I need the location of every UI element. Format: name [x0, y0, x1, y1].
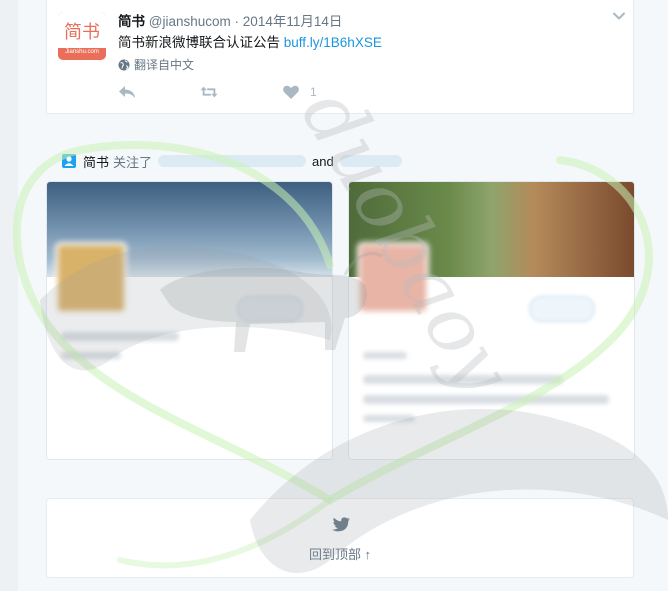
chevron-down-icon[interactable] — [611, 8, 627, 24]
profile-meta-blurred — [363, 415, 415, 422]
reply-button[interactable] — [118, 84, 136, 100]
left-gutter — [0, 0, 18, 591]
author-name[interactable]: 简书 — [118, 14, 145, 29]
reply-icon — [119, 86, 135, 98]
follow-button[interactable] — [237, 296, 303, 322]
profile-card[interactable] — [46, 181, 333, 460]
author-avatar[interactable]: 简书 Jianshu.com — [58, 12, 106, 60]
user-silhouette-icon — [64, 156, 74, 166]
translate-label: 翻译自中文 — [134, 58, 195, 72]
tweet-body: 简书新浪微博联合认证公告 — [118, 35, 280, 50]
retweet-icon — [200, 86, 218, 98]
author-handle[interactable]: @jianshucom — [149, 14, 231, 29]
like-count: 1 — [310, 85, 317, 99]
followed-account-2-blurred[interactable] — [339, 155, 402, 167]
profile-name-blurred[interactable] — [363, 352, 407, 359]
profile-avatar[interactable] — [357, 242, 429, 314]
header-separator: · — [234, 14, 240, 29]
back-to-top-panel[interactable]: 回到顶部 ↑ — [46, 498, 634, 578]
timeline-page: 简书 Jianshu.com 简书 @jianshucom · 2014年11月… — [0, 0, 668, 591]
globe-icon — [118, 59, 130, 70]
follow-action: 关注了 — [113, 154, 153, 170]
tweet-header: 简书 @jianshucom · 2014年11月14日 — [118, 10, 342, 30]
heart-icon — [283, 85, 299, 99]
follow-button[interactable] — [529, 296, 595, 322]
profile-card[interactable] — [348, 181, 635, 460]
user-icon — [62, 154, 76, 168]
avatar-domain-text: Jianshu.com — [65, 49, 99, 55]
profile-bio-line-blurred — [363, 375, 563, 384]
back-to-top-link[interactable]: 回到顶部 ↑ — [47, 544, 633, 563]
follow-notice: 简书 关注了 and — [62, 152, 402, 170]
profile-avatar[interactable] — [55, 242, 127, 314]
tweet-text: 简书新浪微博联合认证公告 buff.ly/1B6hXSE — [118, 31, 382, 51]
translate-button[interactable]: 翻译自中文 — [118, 56, 194, 73]
tweet-card[interactable]: 简书 Jianshu.com 简书 @jianshucom · 2014年11月… — [46, 0, 634, 114]
followed-account-blurred[interactable] — [158, 155, 307, 167]
profile-name-blurred[interactable] — [61, 332, 179, 341]
tweet-link[interactable]: buff.ly/1B6hXSE — [284, 35, 382, 50]
follower-name[interactable]: 简书 — [83, 152, 109, 171]
retweet-button[interactable] — [200, 84, 218, 100]
follow-conjunction: and — [312, 153, 334, 169]
profile-handle-blurred — [61, 352, 121, 359]
like-button[interactable]: 1 — [282, 84, 317, 100]
avatar-logo-text: 简书 — [64, 22, 100, 43]
profile-bio-line-blurred — [363, 395, 609, 404]
twitter-bird-icon — [332, 517, 350, 532]
tweet-timestamp[interactable]: 2014年11月14日 — [243, 14, 343, 29]
